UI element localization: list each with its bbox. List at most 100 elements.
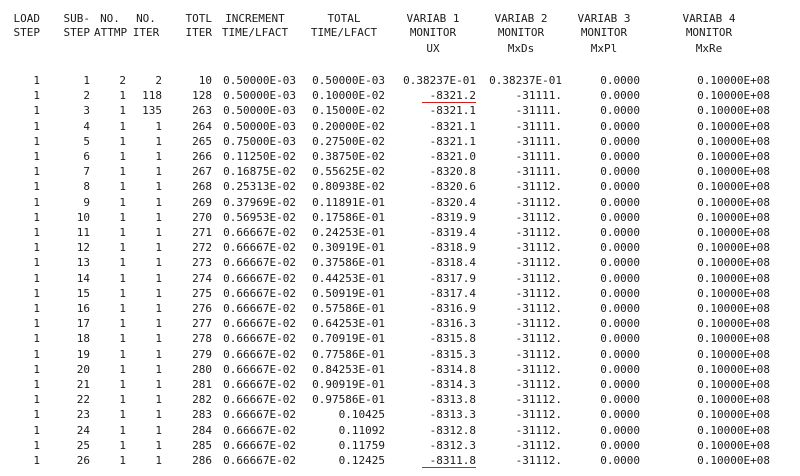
cell-total-time: 0.55625E-02 xyxy=(312,165,385,179)
cell-increment-time: 0.66667E-02 xyxy=(223,226,296,239)
cell-variable-3-mxpl: 0.0000 xyxy=(600,195,640,209)
cell-total-iterations: 275 xyxy=(192,286,212,300)
cell-variable-4-mxre: 0.10000E+08 xyxy=(697,347,770,361)
table-row: 1 17 1 1 277 0.66667E-02 0.64253E-01 -8316.3 -31… xyxy=(0,318,800,330)
cell-increment-time: 0.66667E-02 xyxy=(223,317,296,331)
header-total-time: TIME/LFACT xyxy=(310,26,378,39)
header-variable-3-mxpl: MONITOR xyxy=(580,26,628,39)
table-row: 1 23 1 1 283 0.66667E-02 0.10425 -8313.3 -31112.… xyxy=(0,409,800,421)
cell-increment-time: 0.50000E-03 xyxy=(223,104,296,118)
cell-variable-2-mxds: -31112. xyxy=(515,241,562,255)
cell-increment-time: 0.66667E-02 xyxy=(223,423,296,437)
cell-attempt-count: 1 xyxy=(119,362,126,376)
cell-total-time: 0.50000E-03 xyxy=(312,74,385,87)
cell-variable-1-ux: -8320.6 xyxy=(429,180,476,194)
cell-variable-4-mxre: 0.10000E+08 xyxy=(697,180,770,194)
cell-load-step: 1 xyxy=(33,226,40,239)
header-variable-1-ux: UX xyxy=(426,42,440,55)
cell-iteration-count: 1 xyxy=(155,408,162,422)
cell-iteration-count: 118 xyxy=(142,89,162,103)
cell-sub-step: 7 xyxy=(83,165,90,179)
cell-variable-1-ux: 0.38237E-01 xyxy=(403,74,476,87)
cell-variable-3-mxpl: 0.0000 xyxy=(600,241,640,255)
table-row: 1 24 1 1 284 0.66667E-02 0.11092 -8312.8 -31112.… xyxy=(0,423,800,437)
header-total-iterations: ITER xyxy=(185,26,213,39)
cell-load-step: 1 xyxy=(33,150,40,163)
header-variable-1-ux: VARIAB 1 xyxy=(406,12,460,25)
cell-total-time: 0.20000E-02 xyxy=(312,119,385,133)
cell-increment-time: 0.66667E-02 xyxy=(223,241,296,255)
cell-total-iterations: 269 xyxy=(192,195,212,209)
cell-variable-3-mxpl: 0.0000 xyxy=(600,408,640,422)
cell-variable-1-ux: -8316.3 xyxy=(429,317,476,331)
cell-variable-2-mxds: -31112. xyxy=(515,438,562,452)
cell-variable-4-mxre: 0.10000E+08 xyxy=(697,332,770,346)
cell-variable-2-mxds: -31112. xyxy=(515,210,562,224)
cell-total-time: 0.70919E-01 xyxy=(312,332,385,346)
cell-attempt-count: 1 xyxy=(119,256,126,270)
cell-variable-2-mxds: -31112. xyxy=(515,226,562,239)
cell-sub-step: 14 xyxy=(76,271,90,285)
cell-iteration-count: 1 xyxy=(155,134,162,148)
cell-sub-step: 21 xyxy=(76,378,90,391)
cell-variable-1-ux: -8321.1 xyxy=(429,119,476,133)
cell-sub-step: 1 xyxy=(83,74,90,87)
cell-iteration-count: 1 xyxy=(155,195,162,209)
cell-attempt-count: 1 xyxy=(119,438,126,452)
cell-total-iterations: 285 xyxy=(192,438,212,452)
cell-variable-3-mxpl: 0.0000 xyxy=(600,134,640,148)
cell-variable-3-mxpl: 0.0000 xyxy=(600,226,640,239)
header-variable-2-mxds: MONITOR xyxy=(497,26,545,39)
cell-variable-1-ux: -8317.9 xyxy=(429,271,476,285)
cell-total-iterations: 128 xyxy=(192,89,212,103)
header-line-2: STEP STEP ATTMP ITER ITER TIME/LFACT TIME/LFAC… xyxy=(0,27,800,41)
table-row: 1 25 1 1 285 0.66667E-02 0.11759 -8312.3 -31112.… xyxy=(0,438,800,452)
cell-iteration-count: 1 xyxy=(155,454,162,467)
cell-variable-3-mxpl: 0.0000 xyxy=(600,286,640,300)
cell-variable-2-mxds: 0.38237E-01 xyxy=(489,74,562,87)
cell-variable-1-ux: -8318.9 xyxy=(429,241,476,255)
cell-variable-4-mxre: 0.10000E+08 xyxy=(697,226,770,239)
table-row: 1 8 1 1 268 0.25313E-02 0.80938E-02 -8320.6 -311… xyxy=(0,181,800,193)
cell-sub-step: 24 xyxy=(76,423,90,437)
table-row: 1 10 1 1 270 0.56953E-02 0.17586E-01 -8319.9 -31… xyxy=(0,210,800,224)
cell-total-time: 0.11891E-01 xyxy=(312,195,385,209)
cell-variable-4-mxre: 0.10000E+08 xyxy=(697,286,770,300)
cell-attempt-count: 1 xyxy=(119,408,126,422)
cell-total-time: 0.77586E-01 xyxy=(312,347,385,361)
header-load-step: LOAD xyxy=(13,12,41,25)
cell-variable-4-mxre: 0.10000E+08 xyxy=(697,104,770,118)
cell-variable-3-mxpl: 0.0000 xyxy=(600,150,640,163)
cell-attempt-count: 1 xyxy=(119,423,126,437)
cell-attempt-count: 1 xyxy=(119,150,126,163)
cell-increment-time: 0.75000E-03 xyxy=(223,134,296,148)
cell-load-step: 1 xyxy=(33,74,40,87)
cell-total-time: 0.15000E-02 xyxy=(312,104,385,118)
cell-total-iterations: 273 xyxy=(192,256,212,270)
header-variable-4-mxre: MxRe xyxy=(695,42,723,55)
cell-variable-2-mxds: -31112. xyxy=(515,286,562,300)
header-attempt-count: NO. xyxy=(100,12,120,25)
header-increment-time: TIME/LFACT xyxy=(221,26,289,39)
cell-variable-1-ux: -8317.4 xyxy=(429,286,476,300)
cell-load-step: 1 xyxy=(33,332,40,346)
cell-total-time: 0.37586E-01 xyxy=(312,256,385,270)
cell-variable-1-ux: -8316.9 xyxy=(429,302,476,315)
cell-increment-time: 0.66667E-02 xyxy=(223,286,296,300)
header-variable-3-mxpl: MxPl xyxy=(590,42,618,55)
cell-load-step: 1 xyxy=(33,134,40,148)
cell-total-time: 0.10000E-02 xyxy=(312,89,385,103)
cell-iteration-count: 1 xyxy=(155,378,162,391)
cell-variable-3-mxpl: 0.0000 xyxy=(600,104,640,118)
cell-variable-4-mxre: 0.10000E+08 xyxy=(697,393,770,407)
cell-variable-3-mxpl: 0.0000 xyxy=(600,119,640,133)
cell-iteration-count: 1 xyxy=(155,165,162,179)
cell-attempt-count: 1 xyxy=(119,134,126,148)
cell-variable-3-mxpl: 0.0000 xyxy=(600,180,640,194)
cell-variable-1-ux: -8321.2 xyxy=(429,89,476,103)
cell-iteration-count: 1 xyxy=(155,347,162,361)
cell-iteration-count: 1 xyxy=(155,286,162,300)
cell-increment-time: 0.16875E-02 xyxy=(223,165,296,179)
cell-total-iterations: 272 xyxy=(192,241,212,255)
cell-total-iterations: 282 xyxy=(192,393,212,407)
